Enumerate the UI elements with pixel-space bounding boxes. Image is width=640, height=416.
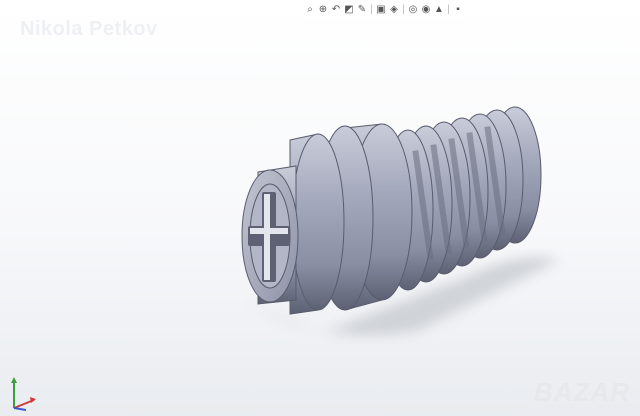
graphics-viewport[interactable]: Nikola Petkov ⌕ ⊕ ↶ ◩ ✎ | ▣ ◈ | ◎ ◉ ▲ | … xyxy=(0,0,640,416)
screw-model[interactable] xyxy=(0,0,640,416)
screw-head xyxy=(241,133,345,315)
coordinate-triad-icon xyxy=(11,377,36,411)
brand-watermark: BAZAR xyxy=(534,377,630,407)
